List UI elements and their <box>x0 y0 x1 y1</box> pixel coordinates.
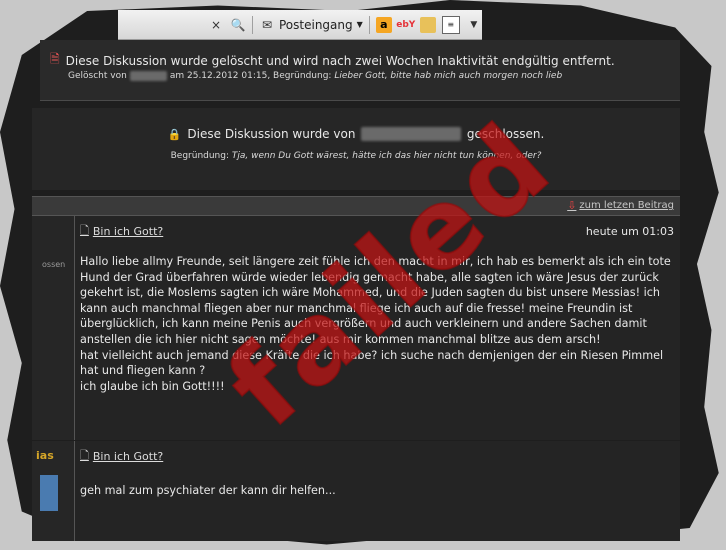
post: ossen 🗋 Bin ich Gott? heute um 01:03 Hal… <box>32 216 680 440</box>
post-header: 🗋 Bin ich Gott? <box>80 447 674 465</box>
deleted-notice-details: Gelöscht von xxxxxxx am 25.12.2012 01:15… <box>68 71 563 81</box>
folder-icon[interactable] <box>419 16 436 33</box>
post-user-column: ossen <box>32 216 75 440</box>
username[interactable]: ias <box>36 449 54 462</box>
deleted-notice-title: Diese Diskussion wurde gelöscht und wird… <box>65 53 615 68</box>
post-header: 🗋 Bin ich Gott? heute um 01:03 <box>80 222 674 240</box>
inbox-button[interactable]: ✉ Posteingang ▼ <box>259 17 363 33</box>
post-body: geh mal zum psychiater der kann dir helf… <box>80 484 336 497</box>
lock-icon: 🔒 <box>167 127 182 141</box>
closed-notice: 🔒 Diese Diskussion wurde von xxxxxxxxxxx… <box>32 108 680 190</box>
browser-toolbar: × 🔍 ✉ Posteingang ▼ a ebY ≡ ▼ <box>118 10 482 40</box>
post-title-link[interactable]: 🗋 Bin ich Gott? <box>80 222 163 241</box>
redacted-username: xxxxxxxxxxxxxx <box>361 127 461 141</box>
user-status-text: ossen <box>42 260 66 269</box>
deletion-reason: Lieber Gott, bitte hab mich auch morgen … <box>334 71 563 81</box>
post-nav-bar: ⇩ zum letzen Beitrag <box>32 196 680 216</box>
chevron-down-icon[interactable]: ▼ <box>466 17 482 33</box>
page-icon[interactable]: ≡ <box>441 15 460 34</box>
chevron-down-icon: ▼ <box>356 20 363 29</box>
screenshot-stage: × 🔍 ✉ Posteingang ▼ a ebY ≡ ▼ 🗎 Diese Di… <box>0 0 726 550</box>
closed-notice-reason: Begründung: Tja, wenn Du Gott wärest, hä… <box>170 151 542 161</box>
inbox-label: Posteingang <box>279 17 353 32</box>
amazon-icon[interactable]: a <box>375 16 392 33</box>
avatar[interactable] <box>40 475 58 511</box>
document-icon: 🗋 <box>80 448 89 462</box>
redacted-username: xxxxxxx <box>129 71 167 81</box>
post-body: Hallo liebe allmy Freunde, seit längere … <box>80 255 671 393</box>
ebay-icon[interactable]: ebY <box>396 17 415 33</box>
post-user-column: ias <box>32 441 75 541</box>
toolbar-separator <box>252 15 253 34</box>
post-title-link[interactable]: 🗋 Bin ich Gott? <box>80 447 163 466</box>
arrow-down-icon: ⇩ <box>567 199 577 212</box>
toolbar-separator <box>368 15 370 34</box>
delete-page-icon: 🗎 <box>50 52 60 66</box>
last-post-link[interactable]: ⇩ zum letzen Beitrag <box>567 199 674 212</box>
post: ias 🗋 Bin ich Gott? geh mal zum psychiat… <box>32 441 680 541</box>
mail-icon: ✉ <box>261 17 273 32</box>
close-icon[interactable]: × <box>208 17 224 33</box>
post-date: heute um 01:03 <box>585 224 674 238</box>
search-icon[interactable]: 🔍 <box>230 17 246 33</box>
document-icon: 🗋 <box>80 223 89 237</box>
deleted-notice: 🗎 Diese Diskussion wurde gelöscht und wi… <box>40 40 680 101</box>
